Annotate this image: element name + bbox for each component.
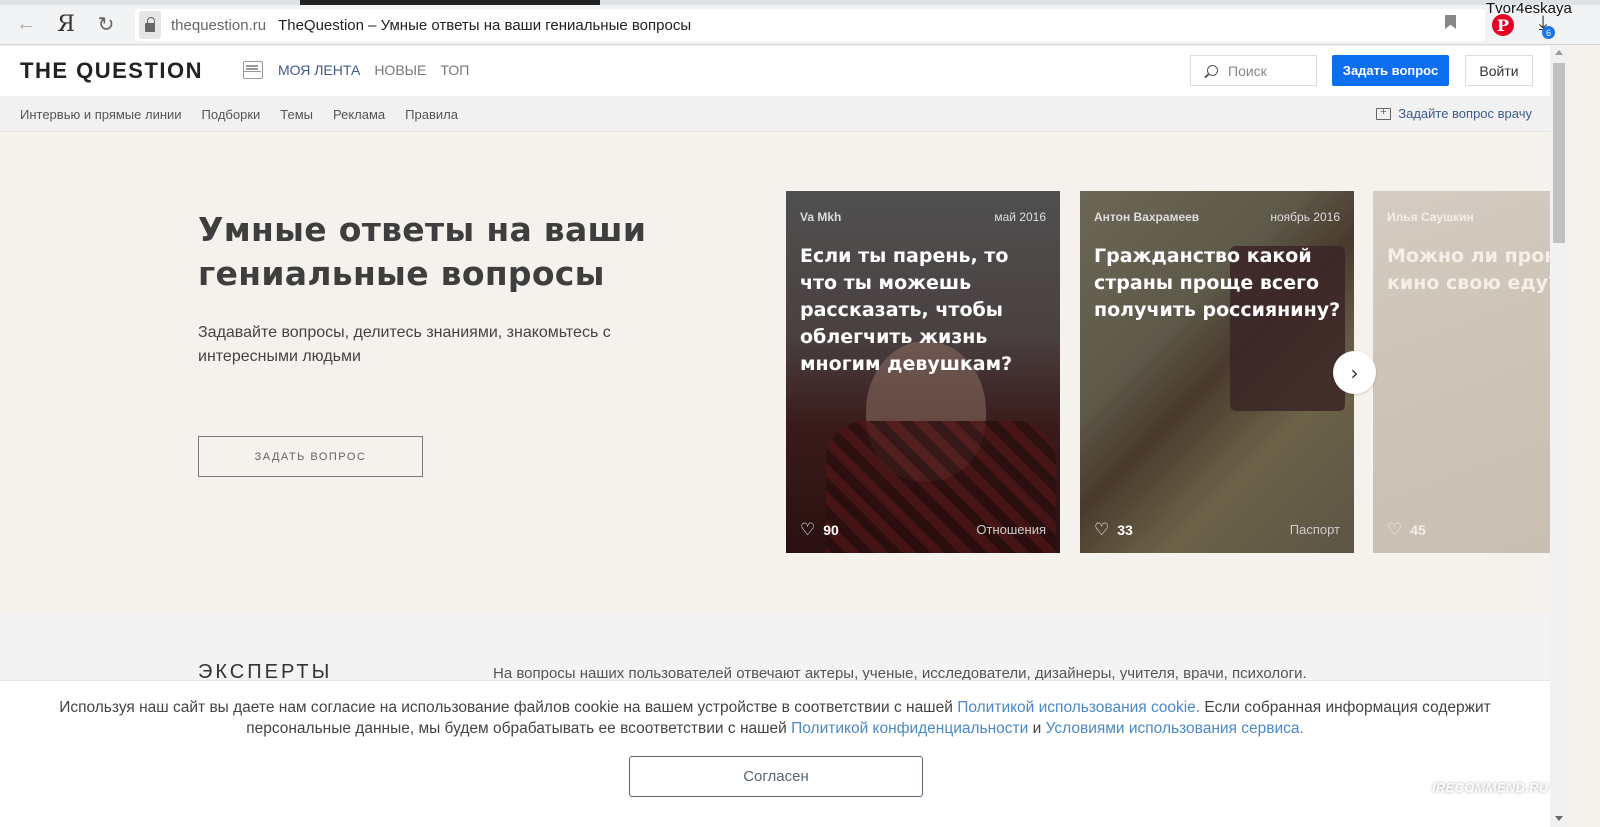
- nav-top[interactable]: ТОП: [440, 62, 469, 78]
- browser-toolbar: ← Я ↻ thequestion.ru TheQuestion – Умные…: [0, 5, 1600, 45]
- hero-ask-button[interactable]: ЗАДАТЬ ВОПРОС: [198, 436, 423, 477]
- url-domain: thequestion.ru: [171, 16, 267, 34]
- search-icon: [1207, 65, 1218, 76]
- heart-icon: ♡: [800, 520, 816, 539]
- cookie-text-part: и: [1028, 720, 1046, 737]
- card-date: май 2016: [994, 210, 1046, 224]
- download-count-badge: 6: [1542, 26, 1555, 39]
- ask-doctor-link[interactable]: Задайте вопрос врачу: [1376, 106, 1532, 121]
- card-tag[interactable]: Отношения: [976, 522, 1046, 537]
- site-header: THE QUESTION МОЯ ЛЕНТА НОВЫЕ ТОП Поиск З…: [0, 46, 1550, 96]
- card-question[interactable]: Гражданство какой страны проще всего пол…: [1094, 243, 1344, 324]
- carousel-next-button[interactable]: ›: [1333, 351, 1376, 394]
- scroll-down-arrow-icon[interactable]: [1555, 816, 1563, 821]
- card-author[interactable]: Антон Вахрамеев: [1094, 210, 1199, 224]
- cookie-policy-link[interactable]: Политикой использования cookie.: [957, 699, 1200, 716]
- lock-icon[interactable]: [139, 11, 161, 39]
- site-logo[interactable]: THE QUESTION: [20, 58, 203, 84]
- search-input[interactable]: Поиск: [1190, 55, 1317, 86]
- cookie-text: Используя наш сайт вы даете нам согласие…: [40, 697, 1510, 739]
- search-placeholder: Поиск: [1228, 62, 1267, 79]
- terms-of-service-link[interactable]: Условиями использования сервиса.: [1046, 720, 1304, 737]
- question-card[interactable]: Илья Саушкин Можно ли проносить в кино с…: [1373, 191, 1550, 553]
- url-page-title: TheQuestion – Умные ответы на ваши гениа…: [278, 16, 692, 34]
- card-like-count: 45: [1410, 522, 1426, 538]
- pinterest-icon[interactable]: P: [1492, 14, 1514, 36]
- back-button[interactable]: ←: [10, 9, 42, 41]
- cookie-text-part: Используя наш сайт вы даете нам согласие…: [59, 699, 958, 716]
- hero-subtitle: Задавайте вопросы, делитесь знаниями, зн…: [198, 324, 611, 365]
- heart-icon: ♡: [1387, 520, 1403, 539]
- hero-section: Умные ответы на ваши гениальные вопросы …: [0, 133, 1550, 613]
- card-likes[interactable]: ♡ 90: [800, 520, 839, 540]
- feed-icon[interactable]: [243, 61, 263, 79]
- question-card[interactable]: Антон Вахрамеев ноябрь 2016 Гражданство …: [1080, 191, 1354, 553]
- subnav-interviews[interactable]: Интервью и прямые линии: [20, 107, 182, 122]
- sub-nav: Интервью и прямые линии Подборки Темы Ре…: [0, 96, 1550, 132]
- card-likes[interactable]: ♡ 45: [1387, 520, 1426, 540]
- ask-question-button[interactable]: Задать вопрос: [1332, 55, 1449, 86]
- medkit-icon: [1376, 106, 1392, 120]
- yandex-icon[interactable]: Я: [50, 9, 82, 41]
- scroll-up-arrow-icon[interactable]: [1555, 50, 1563, 55]
- subnav-topics[interactable]: Темы: [280, 107, 313, 122]
- card-question[interactable]: Если ты парень, то что ты можешь рассказ…: [800, 243, 1050, 378]
- question-card[interactable]: Va Mkh май 2016 Если ты парень, то что т…: [786, 191, 1060, 553]
- scrollbar-thumb[interactable]: [1553, 63, 1565, 243]
- subnav-rules[interactable]: Правила: [405, 107, 458, 122]
- address-bar[interactable]: thequestion.ru TheQuestion – Умные ответ…: [135, 9, 1485, 41]
- watermark: IRECOMMEND.RU: [1432, 780, 1549, 795]
- card-author[interactable]: Илья Саушкин: [1387, 210, 1474, 224]
- card-like-count: 90: [823, 522, 839, 538]
- hero-title: Умные ответы на ваши гениальные вопросы: [198, 210, 647, 293]
- card-date: ноябрь 2016: [1270, 210, 1340, 224]
- login-button[interactable]: Войти: [1465, 55, 1533, 86]
- top-nav: МОЯ ЛЕНТА НОВЫЕ ТОП: [278, 62, 469, 78]
- card-likes[interactable]: ♡ 33: [1094, 520, 1133, 540]
- card-author[interactable]: Va Mkh: [800, 210, 841, 224]
- nav-my-feed[interactable]: МОЯ ЛЕНТА: [278, 62, 360, 78]
- privacy-policy-link[interactable]: Политикой конфиденциальности: [791, 720, 1028, 737]
- subnav-collections[interactable]: Подборки: [202, 107, 261, 122]
- heart-icon: ♡: [1094, 520, 1110, 539]
- cookie-agree-button[interactable]: Согласен: [629, 756, 923, 797]
- card-tag[interactable]: Паспорт: [1290, 522, 1340, 537]
- nav-new[interactable]: НОВЫЕ: [374, 62, 426, 78]
- card-like-count: 33: [1117, 522, 1133, 538]
- ask-doctor-label: Задайте вопрос врачу: [1398, 106, 1532, 121]
- page-scrollbar[interactable]: [1550, 46, 1568, 827]
- card-question-text: Можно ли проносить в кино свою еду?: [1387, 245, 1550, 294]
- card-question[interactable]: Можно ли проносить в кино свою еду?: [1387, 243, 1550, 297]
- cookie-banner: Используя наш сайт вы даете нам согласие…: [0, 680, 1550, 827]
- subnav-advertising[interactable]: Реклама: [333, 107, 385, 122]
- reload-button[interactable]: ↻: [90, 9, 122, 41]
